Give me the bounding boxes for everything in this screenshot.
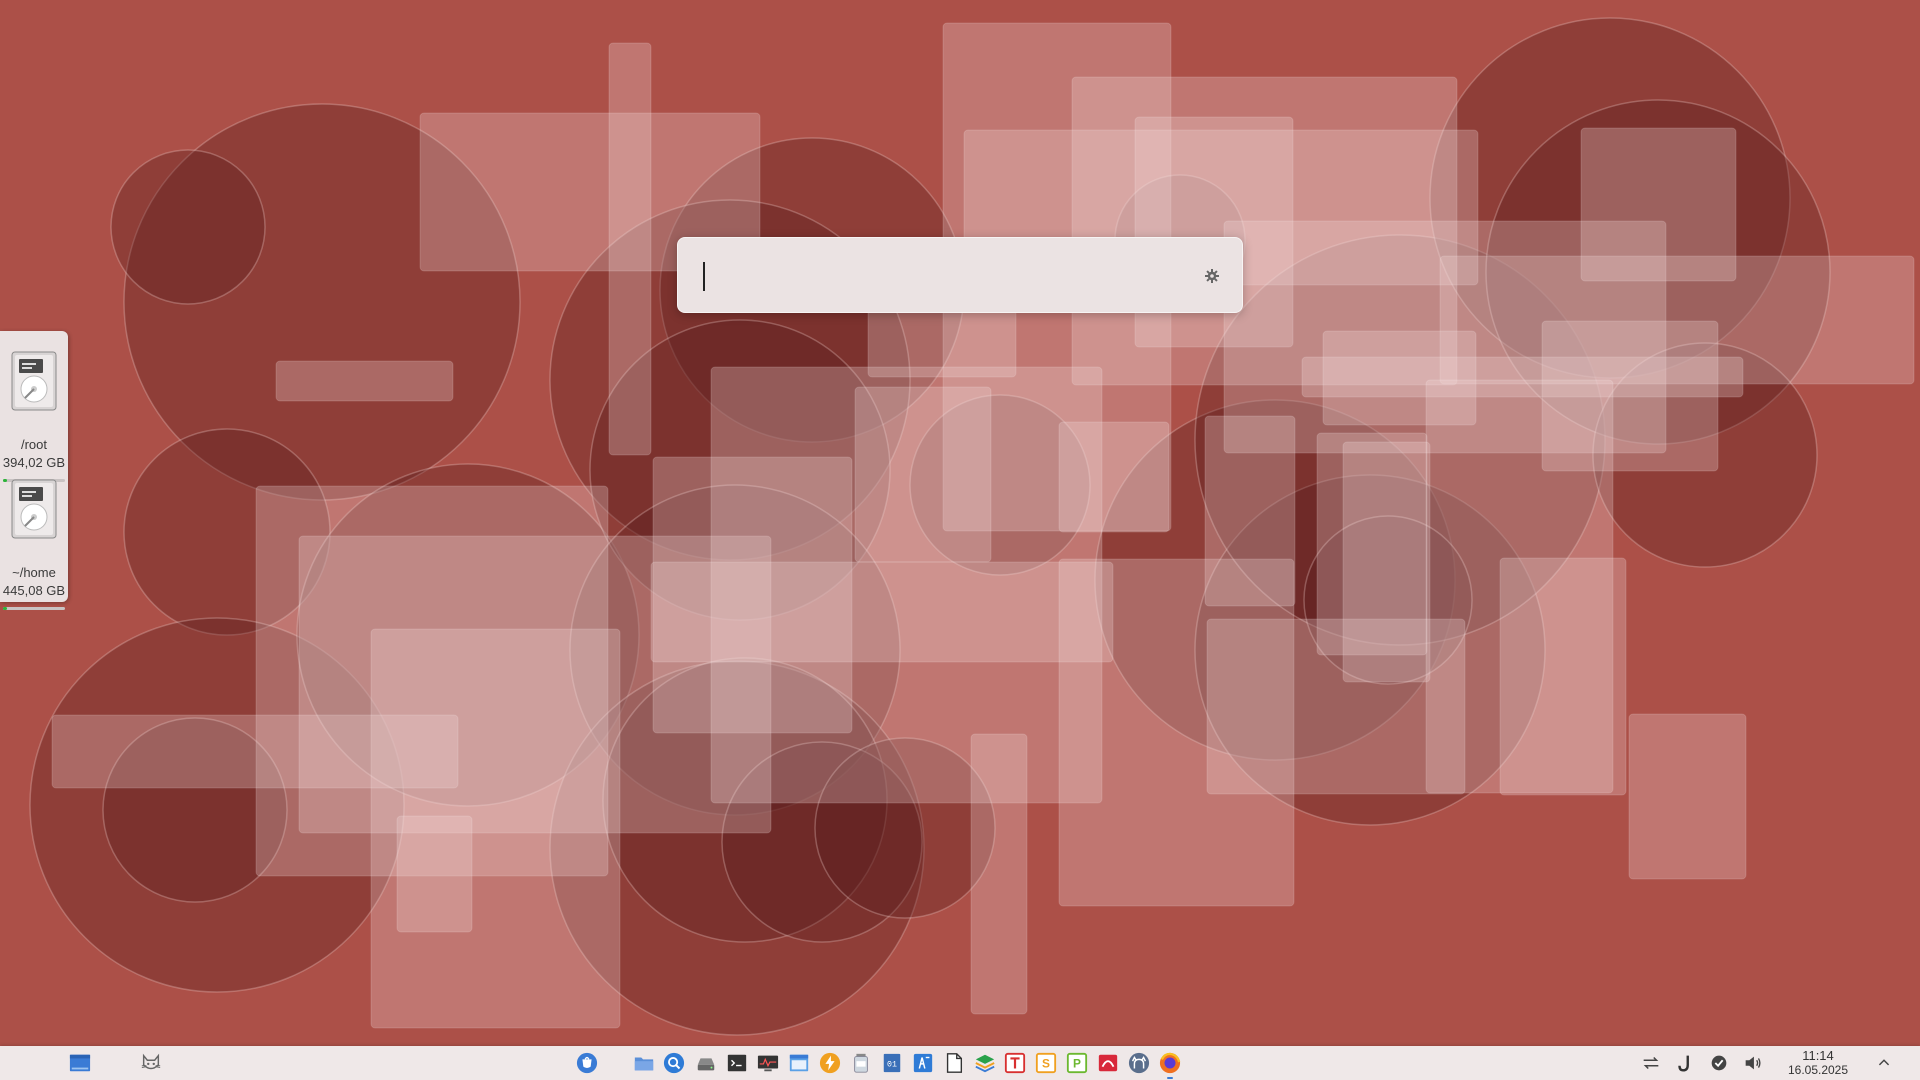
disk-size-label: 445,08 GB xyxy=(2,583,66,598)
checkmark-circle-icon xyxy=(1711,1055,1727,1071)
presentation-p-icon: P xyxy=(1066,1052,1088,1074)
taskbar-github[interactable] xyxy=(1127,1051,1151,1075)
desktop-pager-icon xyxy=(69,1054,91,1072)
jar-icon xyxy=(854,1053,868,1073)
taskbar-spreadsheet[interactable]: S xyxy=(1034,1051,1058,1075)
taskbar-jar-app[interactable] xyxy=(849,1051,873,1075)
tray-expand-button[interactable] xyxy=(1872,1051,1896,1075)
disk-usage-fill xyxy=(3,479,7,482)
pager-button[interactable] xyxy=(68,1051,92,1075)
binary-file-icon: 01 xyxy=(883,1053,901,1073)
taskbar-file-manager[interactable] xyxy=(632,1051,656,1075)
search-input[interactable] xyxy=(702,252,1172,298)
tray-volume[interactable] xyxy=(1741,1051,1765,1075)
krunner-search-bar xyxy=(677,237,1243,313)
svg-text:S: S xyxy=(1042,1057,1050,1071)
github-icon xyxy=(1128,1052,1150,1074)
search-icon xyxy=(663,1052,685,1074)
taskbar-system-monitor[interactable] xyxy=(756,1051,780,1075)
taskbar-firefox[interactable] xyxy=(1158,1051,1182,1079)
firefox-icon xyxy=(1159,1052,1181,1074)
equation-editor-icon xyxy=(913,1053,933,1073)
taskbar-discover[interactable] xyxy=(575,1051,599,1075)
pdf-reader-icon xyxy=(1098,1054,1118,1072)
disk-size-label: 394,02 GB xyxy=(2,455,66,470)
discover-store-icon xyxy=(576,1052,598,1074)
svg-text:P: P xyxy=(1073,1057,1081,1071)
disk-usage-widget: /root 394,02 GB ~/home 445,08 GB xyxy=(0,331,68,610)
disk-usage-fill xyxy=(3,607,7,610)
settings-button[interactable] xyxy=(1200,264,1224,288)
tray-updates[interactable] xyxy=(1707,1051,1731,1075)
network-sync-icon xyxy=(1643,1056,1659,1070)
blank-document-icon xyxy=(946,1053,963,1073)
taskbar-search[interactable] xyxy=(662,1051,686,1075)
clock-date: 16.05.2025 xyxy=(1787,1063,1849,1077)
text-cursor xyxy=(703,262,705,291)
taskbar-terminal[interactable] xyxy=(725,1051,749,1075)
gear-icon xyxy=(1205,269,1219,283)
taskbar-blank-doc[interactable] xyxy=(942,1051,966,1075)
desktop-wallpaper xyxy=(0,0,1920,1046)
cat-face-icon xyxy=(141,1053,161,1070)
window-icon xyxy=(789,1054,809,1072)
taskbar-layers-app[interactable] xyxy=(973,1051,997,1075)
text-editor-t-icon xyxy=(1004,1052,1026,1074)
taskbar-formula-editor[interactable] xyxy=(911,1051,935,1075)
tray-magnet[interactable] xyxy=(1673,1051,1697,1075)
taskbar-pdf-reader[interactable] xyxy=(1096,1051,1120,1075)
taskbar: 01 S P 11:14 16.05.2025 xyxy=(0,1046,1920,1080)
hard-drive-icon xyxy=(11,479,57,539)
lightning-icon xyxy=(819,1052,841,1074)
taskbar-presentation[interactable]: P xyxy=(1065,1051,1089,1075)
folder-icon xyxy=(634,1057,654,1071)
system-monitor-icon xyxy=(757,1055,779,1072)
terminal-icon xyxy=(727,1054,747,1072)
clock-time: 11:14 xyxy=(1802,1048,1834,1063)
disk-path-label: ~/home xyxy=(12,565,56,580)
active-indicator xyxy=(1167,1077,1173,1079)
application-launcher-button[interactable] xyxy=(139,1051,163,1075)
disk-drive-icon xyxy=(697,1058,715,1071)
disk-usage-bar xyxy=(3,607,65,610)
disk-path-label: /root xyxy=(20,437,47,452)
layers-icon xyxy=(975,1054,995,1073)
taskbar-power-app[interactable] xyxy=(818,1051,842,1075)
magnet-icon xyxy=(1678,1055,1689,1072)
taskbar-window-app[interactable] xyxy=(787,1051,811,1075)
spreadsheet-s-icon: S xyxy=(1035,1052,1057,1074)
taskbar-partition-manager[interactable] xyxy=(694,1051,718,1075)
tray-network[interactable] xyxy=(1639,1051,1663,1075)
taskbar-text-document[interactable] xyxy=(1003,1051,1027,1075)
chevron-up-icon xyxy=(1878,1059,1890,1066)
svg-text:01: 01 xyxy=(887,1061,897,1070)
speaker-icon xyxy=(1745,1056,1761,1070)
taskbar-hex-editor[interactable]: 01 xyxy=(880,1051,904,1075)
hard-drive-icon xyxy=(11,351,57,411)
digital-clock[interactable]: 11:14 16.05.2025 xyxy=(1776,1048,1860,1078)
